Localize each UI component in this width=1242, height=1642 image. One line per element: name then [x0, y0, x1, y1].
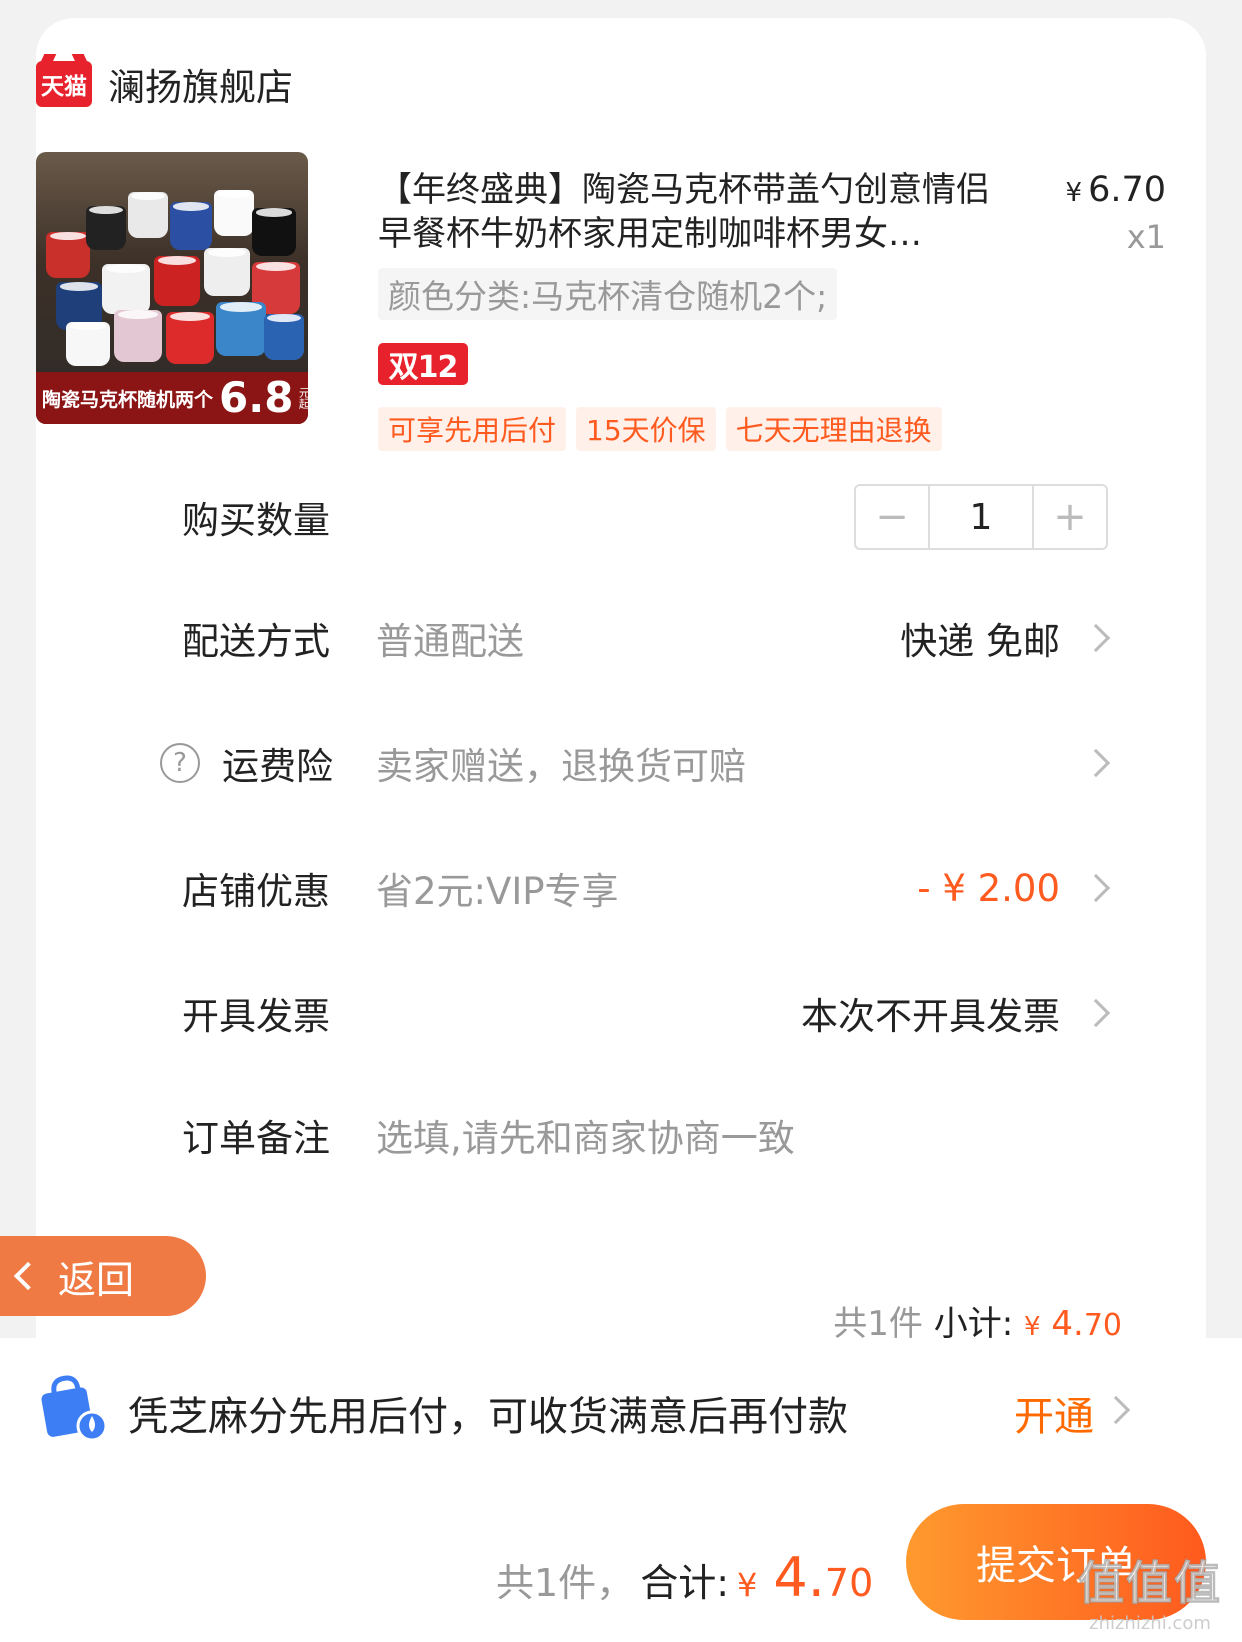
back-button[interactable]: 返回: [0, 1236, 206, 1316]
invoice-label: 开具发票: [182, 995, 330, 1038]
product-image[interactable]: 陶瓷马克杯随机两个 6.8 元起: [36, 152, 308, 424]
service-tags: 可享先用后付 15天价保 七天无理由退换: [378, 407, 942, 451]
remark-label: 订单备注: [182, 1117, 330, 1160]
double-12-badge: 双12: [378, 343, 468, 385]
store-discount-amount: - ¥ 2.00: [917, 866, 1060, 910]
watermark: 值值值 zhizhizhi.com: [1078, 1556, 1222, 1635]
shipping-insurance-label: 运费险: [222, 745, 333, 788]
chevron-right-icon: [1081, 873, 1111, 903]
open-link[interactable]: 开通: [1014, 1384, 1094, 1442]
remark-input[interactable]: 选填,请先和商家协商一致: [376, 1108, 795, 1162]
store-discount-label: 店铺优惠: [182, 870, 330, 913]
quantity-stepper: − 1 +: [854, 484, 1108, 550]
delivery-row[interactable]: 配送方式 普通配送 快递 免邮: [36, 598, 1206, 678]
delivery-label: 配送方式: [182, 620, 330, 663]
bottom-area: 凭芝麻分先用后付，可收货满意后再付款 开通 共1件， 合计: ¥ 4. 70 提…: [0, 1338, 1242, 1642]
quantity-input[interactable]: 1: [928, 486, 1034, 548]
pay-later-text: 凭芝麻分先用后付，可收货满意后再付款: [128, 1394, 848, 1440]
chevron-right-icon: [1081, 998, 1111, 1028]
service-tag: 15天价保: [576, 407, 716, 451]
store-discount-row[interactable]: 店铺优惠 省2元:VIP专享 - ¥ 2.00: [36, 848, 1206, 928]
chevron-right-icon: [1101, 1395, 1131, 1425]
delivery-method: 快递 免邮: [900, 620, 1060, 663]
service-tag: 可享先用后付: [378, 407, 567, 451]
service-tag: 七天无理由退换: [725, 407, 942, 451]
delivery-value: 普通配送: [376, 620, 524, 663]
shipping-insurance-value: 卖家赠送，退换货可赔: [376, 745, 746, 788]
pay-later-banner[interactable]: 凭芝麻分先用后付，可收货满意后再付款 开通: [0, 1338, 1242, 1478]
chevron-left-icon: [13, 1261, 43, 1291]
product-price: ¥6.70: [1065, 170, 1166, 210]
image-banner: 陶瓷马克杯随机两个 6.8 元起: [36, 372, 308, 424]
quantity-row: 购买数量 − 1 +: [36, 477, 1206, 557]
product-title[interactable]: 【年终盛典】陶瓷马克杯带盖勺创意情侣早餐杯牛奶杯家用定制咖啡杯男女…: [378, 168, 998, 256]
store-discount-value: 省2元:VIP专享: [376, 870, 619, 913]
order-total: 共1件， 合计: ¥ 4. 70: [496, 1546, 874, 1609]
remark-row: 订单备注 选填,请先和商家协商一致: [36, 1095, 1206, 1175]
plus-button[interactable]: +: [1034, 486, 1106, 548]
chevron-right-icon: [1081, 623, 1111, 653]
sku-tag[interactable]: 颜色分类:马克杯清仓随机2个;: [378, 268, 838, 320]
shop-header[interactable]: 天猫 澜扬旗舰店: [36, 44, 293, 124]
shopping-bag-icon: [41, 1375, 108, 1442]
quantity-label: 购买数量: [182, 499, 330, 542]
help-icon[interactable]: ?: [160, 743, 200, 783]
shop-name[interactable]: 澜扬旗舰店: [108, 57, 293, 111]
product-quantity: x1: [1126, 218, 1166, 256]
chevron-right-icon: [1081, 748, 1111, 778]
minus-button[interactable]: −: [856, 486, 928, 548]
invoice-value: 本次不开具发票: [801, 995, 1060, 1038]
invoice-row[interactable]: 开具发票 本次不开具发票: [36, 973, 1206, 1053]
tmall-logo: 天猫: [36, 61, 92, 107]
shipping-insurance-row[interactable]: ? 运费险 卖家赠送，退换货可赔: [36, 723, 1206, 803]
